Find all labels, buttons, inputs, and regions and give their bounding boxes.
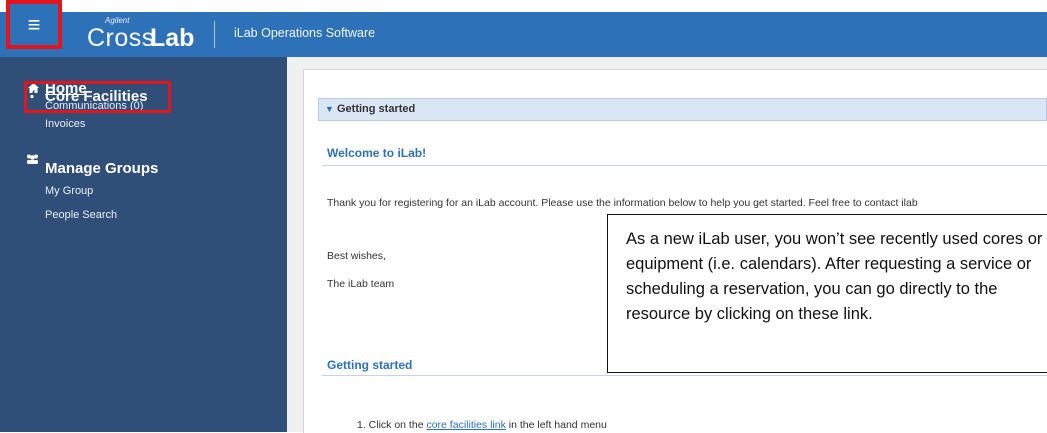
brand-lab: Lab [150,24,195,52]
nav-my-group[interactable]: My Group [45,185,93,197]
panel-header-label: Getting started [337,103,416,115]
top-caption-strip [0,0,1047,12]
sidebar [0,57,287,432]
step-1-suffix: in the left hand menu [508,419,607,431]
brand-cross: Cross [87,24,155,52]
step-1-prefix: 1. Click on the [357,419,424,431]
app-title: iLab Operations Software [234,26,376,40]
core-facilities-link[interactable]: core facilities link [426,419,505,431]
nav-invoices[interactable]: Invoices [45,118,85,130]
signoff-text: The iLab team [327,278,395,290]
nav-people-search[interactable]: People Search [45,209,117,221]
nav-manage-groups[interactable]: Manage Groups [45,160,158,177]
callout-text: As a new iLab user, you won’t see recent… [626,230,1043,323]
collapse-triangle-icon: ▼ [325,104,334,114]
welcome-divider [322,165,1047,166]
getting-started-title: Getting started [327,358,413,372]
welcome-title: Welcome to iLab! [327,146,427,160]
groups-icon [26,154,39,166]
callout-box: As a new iLab user, you won’t see recent… [607,214,1047,373]
nav-core-facilities[interactable]: Core Facilities [45,88,148,105]
header-divider [214,21,215,48]
step-1-text: 1. Click on the core facilities link in … [357,419,607,431]
core-facilities-icon [30,88,34,101]
hamburger-menu-button[interactable]: ≡ [6,0,62,49]
intro-text: Thank you for registering for an iLab ac… [327,197,918,209]
crosslab-logo[interactable]: Agilent Cross Lab [87,16,207,54]
getting-started-panel-header[interactable]: ▼ Getting started [318,98,1047,121]
hamburger-icon: ≡ [27,11,41,37]
app-header: Agilent Cross Lab iLab Operations Softwa… [0,12,1047,57]
getting-started-divider [322,375,1047,376]
regards-text: Best wishes, [327,250,386,262]
